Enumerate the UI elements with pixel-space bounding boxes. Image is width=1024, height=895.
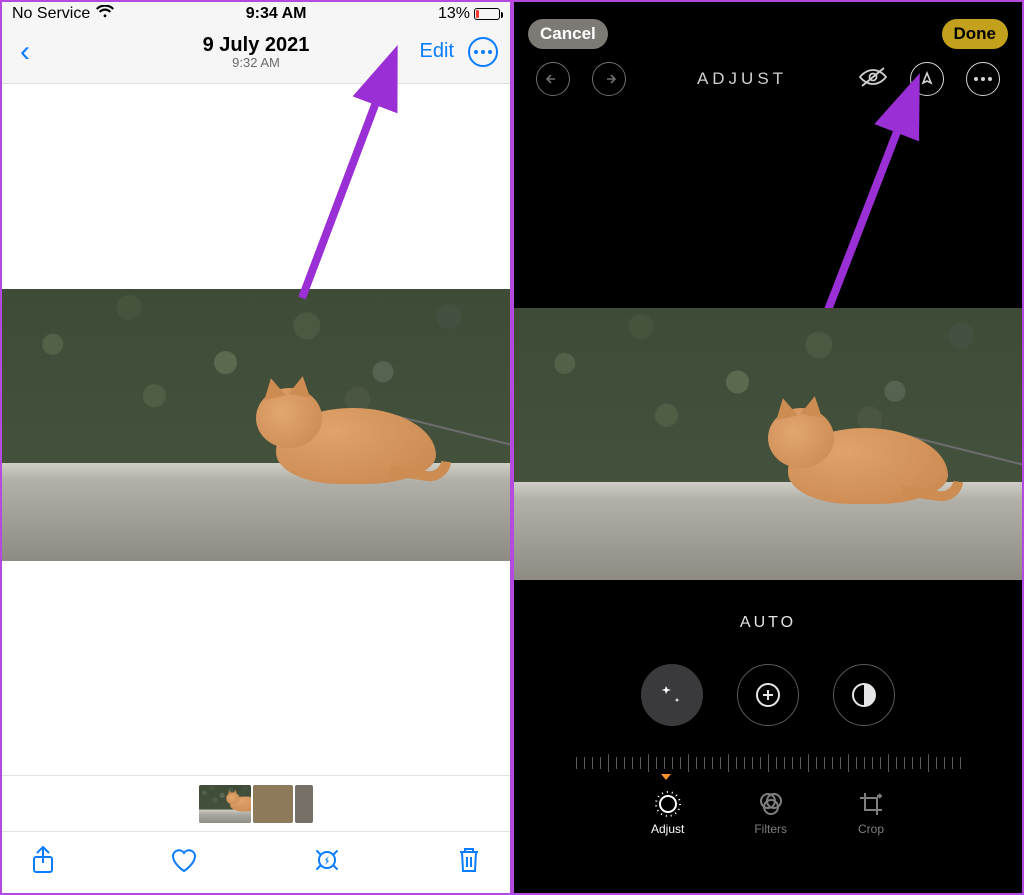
bottom-toolbar	[2, 831, 510, 893]
active-tab-caret	[661, 774, 671, 780]
more-button[interactable]	[468, 37, 498, 67]
tab-filters[interactable]: Filters	[754, 790, 787, 836]
edit-button[interactable]: Edit	[420, 40, 454, 63]
thumbnail[interactable]	[199, 785, 251, 823]
adjust-name-label: AUTO	[514, 614, 1022, 632]
back-button[interactable]: ‹	[14, 35, 36, 69]
thumbnail[interactable]	[295, 785, 313, 823]
thumbnail-strip[interactable]	[2, 775, 510, 831]
battery-icon	[474, 8, 500, 20]
tab-label: Filters	[754, 822, 787, 836]
carrier-label: No Service	[12, 5, 90, 23]
editor-photo[interactable]	[514, 308, 1022, 580]
photo-editor-screen: Cancel Done ADJUST	[512, 0, 1024, 895]
more-options-button[interactable]	[966, 62, 1000, 96]
brilliance-effect[interactable]	[833, 664, 895, 726]
tab-label: Crop	[858, 822, 884, 836]
editor-bottom-tabs: Adjust Filters Crop	[514, 778, 1022, 850]
markup-button[interactable]	[910, 62, 944, 96]
toggle-original-icon[interactable]	[858, 66, 888, 93]
live-photo-icon[interactable]	[311, 845, 343, 880]
done-button[interactable]: Done	[942, 19, 1009, 49]
photo-area[interactable]	[2, 84, 510, 775]
exposure-effect[interactable]	[737, 664, 799, 726]
heart-icon[interactable]	[169, 846, 199, 879]
status-bar: No Service 9:34 AM 13%	[2, 2, 510, 26]
share-icon[interactable]	[30, 845, 56, 880]
editor-toolbar: ADJUST	[514, 60, 1022, 98]
annotation-arrow	[282, 48, 442, 313]
tab-adjust[interactable]: Adjust	[651, 790, 684, 836]
auto-enhance-effect[interactable]	[641, 664, 703, 726]
clock-label: 9:34 AM	[246, 5, 307, 23]
tab-label: Adjust	[651, 822, 684, 836]
thumbnail[interactable]	[253, 785, 293, 823]
wifi-icon	[96, 5, 114, 24]
trash-icon[interactable]	[456, 845, 482, 880]
adjust-effects-row[interactable]	[514, 664, 1022, 726]
battery-pct: 13%	[438, 5, 470, 23]
redo-button[interactable]	[592, 62, 626, 96]
adjust-slider-ruler[interactable]	[514, 748, 1022, 778]
cancel-button[interactable]: Cancel	[528, 19, 608, 49]
tab-crop[interactable]: Crop	[857, 790, 885, 836]
photo	[2, 289, 510, 561]
photos-viewer-screen: No Service 9:34 AM 13% ‹ 9 July 2021 9:3…	[0, 0, 512, 895]
undo-button[interactable]	[536, 62, 570, 96]
nav-bar: ‹ 9 July 2021 9:32 AM Edit	[2, 26, 510, 84]
editor-title: ADJUST	[697, 69, 787, 89]
editor-topbar: Cancel Done	[514, 10, 1022, 58]
annotation-arrow	[814, 78, 954, 323]
